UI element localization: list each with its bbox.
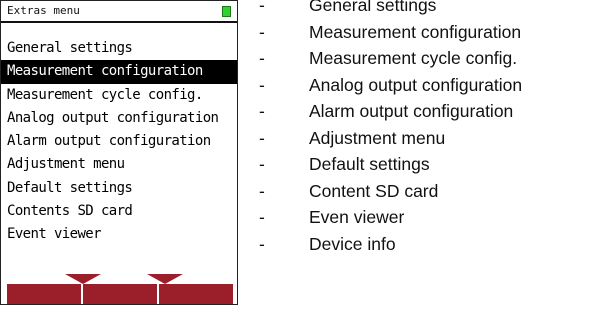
- caption-text: Even viewer: [309, 207, 405, 227]
- menu-item-alarm-output-configuration[interactable]: Alarm output configuration: [1, 130, 237, 153]
- caption-text: Measurement configuration: [309, 21, 522, 42]
- caption-text: Alarm output configuration: [309, 101, 514, 121]
- title-bar: Extras menu: [1, 1, 237, 23]
- extras-menu-list: General settings Measurement configurati…: [1, 37, 237, 247]
- caption-bullet: -: [259, 0, 265, 15]
- softkey-bar: [7, 274, 233, 304]
- scroll-down-arrow-icon: [147, 274, 183, 284]
- caption-item: - Content SD card: [259, 178, 522, 205]
- menu-item-measurement-configuration[interactable]: Measurement configuration: [1, 60, 237, 84]
- softkey-middle[interactable]: [83, 284, 157, 304]
- caption-bullet: -: [259, 207, 265, 227]
- caption-bullet: -: [259, 127, 265, 148]
- caption-bullet: -: [259, 180, 265, 201]
- caption-bullet: -: [259, 21, 265, 42]
- caption-bullet: -: [259, 154, 265, 174]
- caption-list: - General settings - Measurement configura…: [259, 0, 522, 257]
- caption-text: Adjustment menu: [309, 127, 446, 148]
- softkey-left[interactable]: [7, 284, 81, 304]
- caption-text: Measurement cycle config.: [309, 48, 518, 68]
- softkey-right[interactable]: [159, 284, 233, 304]
- menu-item-default-settings[interactable]: Default settings: [1, 177, 237, 200]
- menu-item-event-viewer[interactable]: Event viewer: [1, 223, 237, 246]
- caption-text: Device info: [309, 233, 396, 254]
- caption-item: - Measurement configuration: [259, 19, 522, 46]
- caption-bullet: -: [259, 101, 265, 121]
- caption-item: - Adjustment menu: [259, 125, 522, 152]
- caption-item: - Measurement cycle config.: [259, 45, 522, 72]
- caption-item: - Even viewer: [259, 204, 522, 231]
- caption-text: General settings: [309, 0, 437, 15]
- battery-icon: [222, 6, 231, 17]
- caption-text: Analog output configuration: [309, 74, 523, 95]
- caption-text: Content SD card: [309, 180, 439, 201]
- menu-item-general-settings[interactable]: General settings: [1, 37, 237, 60]
- menu-item-analog-output-configuration[interactable]: Analog output configuration: [1, 107, 237, 130]
- menu-item-measurement-cycle-config[interactable]: Measurement cycle config.: [1, 84, 237, 107]
- caption-text: Default settings: [309, 154, 430, 174]
- menu-title: Extras menu: [7, 4, 80, 17]
- caption-item: - Alarm output configuration: [259, 98, 522, 125]
- caption-item: - General settings: [259, 0, 522, 19]
- caption-bullet: -: [259, 74, 265, 95]
- menu-item-adjustment-menu[interactable]: Adjustment menu: [1, 153, 237, 176]
- caption-bullet: -: [259, 48, 265, 68]
- scroll-up-arrow-icon: [65, 274, 101, 284]
- caption-bullet: -: [259, 233, 265, 254]
- caption-item: - Default settings: [259, 151, 522, 178]
- caption-item: - Device info: [259, 231, 522, 258]
- device-screen: Extras menu General settings Measurement…: [0, 0, 238, 305]
- menu-item-contents-sd-card[interactable]: Contents SD card: [1, 200, 237, 223]
- caption-item: - Analog output configuration: [259, 72, 522, 99]
